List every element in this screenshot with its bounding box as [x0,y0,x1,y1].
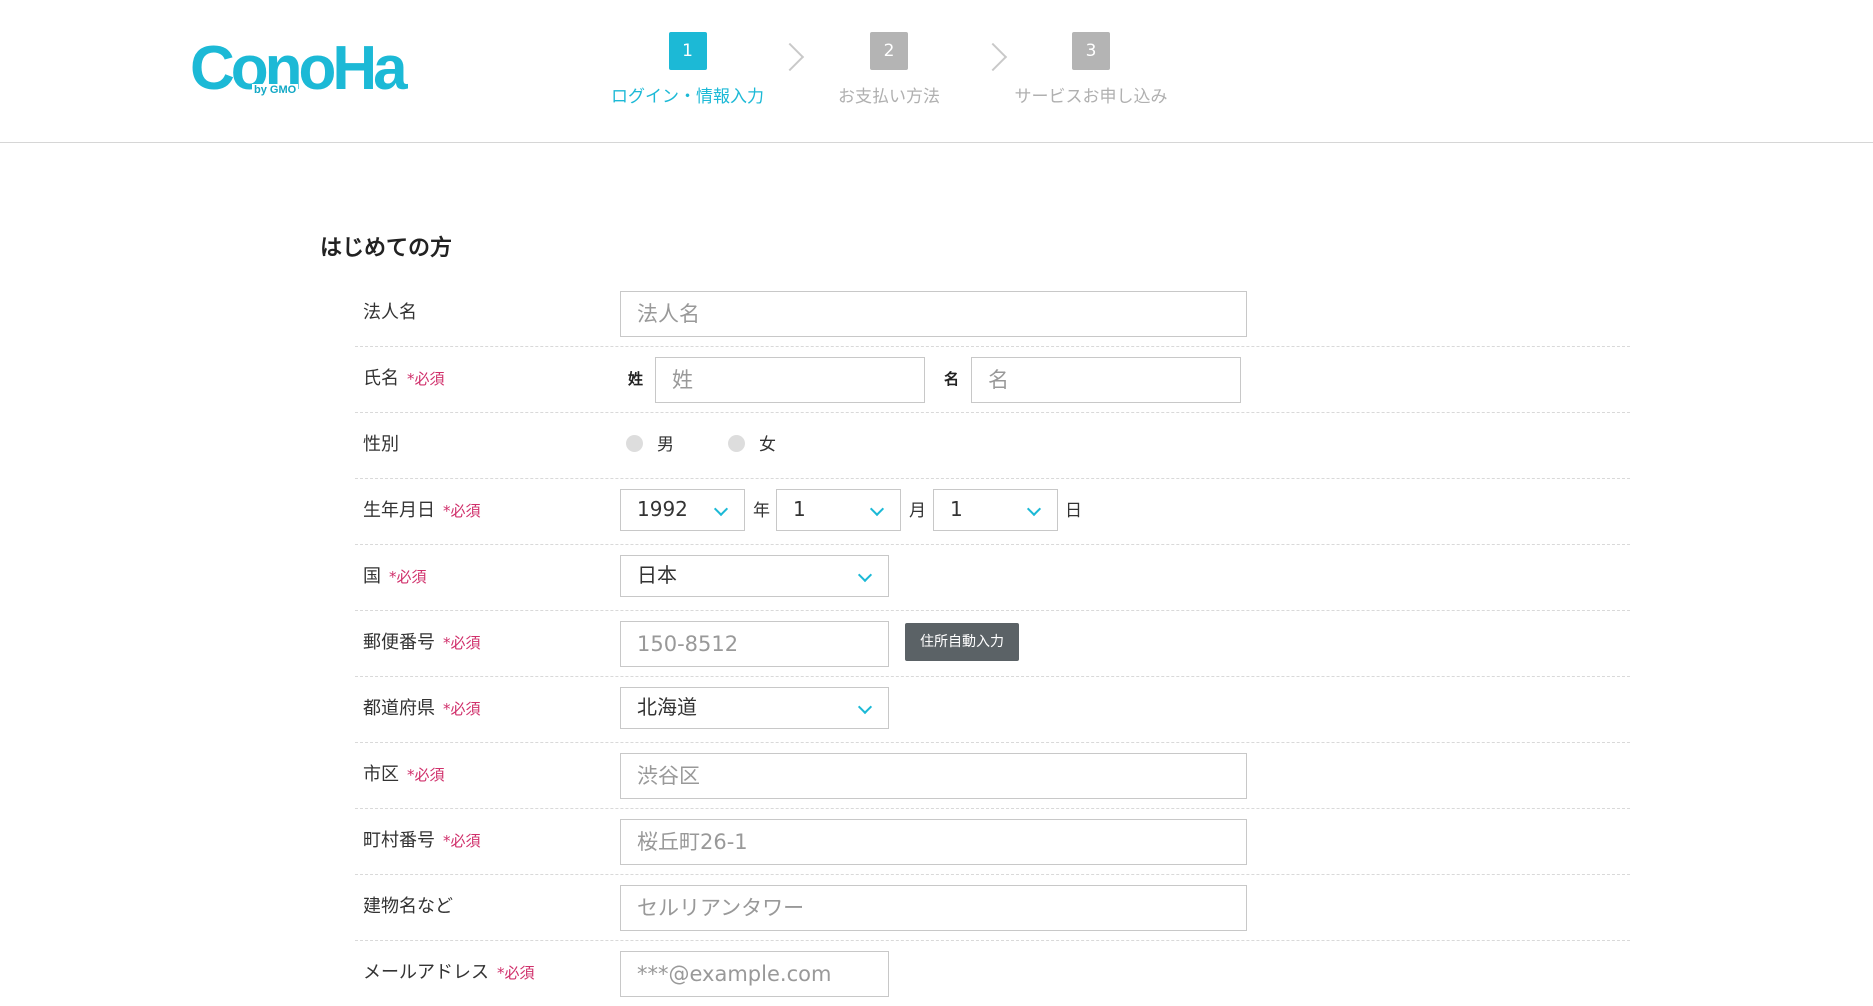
company-input[interactable]: 法人名 [620,291,1247,337]
street-label: 町村番号 *必須 [363,830,481,851]
row-email: メールアドレス *必須 ***@example.com [355,940,1630,1006]
birth-day-select[interactable]: 1 [933,489,1058,531]
required-mark: *必須 [407,370,445,388]
row-building: 建物名など セルリアンタワー [355,874,1630,941]
postal-code-input[interactable]: 150-8512 [620,621,889,667]
address-autofill-button[interactable]: 住所自動入力 [905,623,1019,661]
step-1: 1 ログイン・情報入力 [600,32,775,107]
gender-label: 性別 [363,434,399,455]
month-unit: 月 [909,501,926,521]
email-label: メールアドレス *必須 [363,962,535,983]
chevron-down-icon [857,567,873,583]
step-3-label: サービスお申し込み [1014,87,1168,107]
chevron-down-icon [869,501,885,517]
prefecture-select[interactable]: 北海道 [620,687,889,729]
building-label: 建物名など [363,896,453,917]
step-2: 2 お支払い方法 [808,32,970,107]
birth-year-select[interactable]: 1992 [620,489,745,531]
last-name-label: 姓 [628,370,644,388]
gender-radio-female[interactable]: 女 [728,412,776,478]
chevron-down-icon [1026,501,1042,517]
step-3: 3 サービスお申し込み [1010,32,1172,107]
step-3-number: 3 [1072,32,1110,70]
chevron-right-icon [978,42,1008,72]
postal-label: 郵便番号 *必須 [363,632,481,653]
row-postal: 郵便番号 *必須 150-8512 住所自動入力 [355,610,1630,677]
step-2-label: お支払い方法 [838,87,940,107]
chevron-down-icon [713,501,729,517]
birthday-label: 生年月日 *必須 [363,500,481,521]
required-mark: *必須 [443,634,481,652]
first-name-input[interactable]: 名 [971,357,1241,403]
country-label: 国 *必須 [363,566,427,587]
row-street: 町村番号 *必須 桜丘町26-1 [355,808,1630,875]
required-mark: *必須 [443,502,481,520]
row-country: 国 *必須 日本 [355,544,1630,611]
country-select[interactable]: 日本 [620,555,889,597]
row-gender: 性別 男 女 [355,412,1630,479]
conoha-logo[interactable]: ConoHa by GMO [190,38,408,100]
step-1-number: 1 [668,32,707,70]
step-1-label: ログイン・情報入力 [611,87,764,107]
required-mark: *必須 [389,568,427,586]
city-input[interactable]: 渋谷区 [620,753,1247,799]
row-company: 法人名 法人名 [355,280,1630,347]
day-unit: 日 [1065,501,1082,521]
required-mark: *必須 [443,700,481,718]
row-prefecture: 都道府県 *必須 北海道 [355,676,1630,743]
row-name: 氏名 *必須 姓 姓 名 名 [355,346,1630,413]
radio-icon [728,435,745,452]
logo-sub-text: by GMO [252,84,299,96]
radio-icon [626,435,643,452]
section-title: はじめての方 [320,236,453,261]
chevron-down-icon [857,699,873,715]
last-name-input[interactable]: 姓 [655,357,925,403]
company-label: 法人名 [363,302,417,323]
header: ConoHa by GMO 1 ログイン・情報入力 2 お支払い方法 3 サービ… [0,0,1873,143]
year-unit: 年 [753,501,770,521]
first-name-label: 名 [944,370,960,388]
row-birthday: 生年月日 *必須 1992 年 1 月 1 日 [355,478,1630,545]
building-input[interactable]: セルリアンタワー [620,885,1247,931]
chevron-right-icon [775,42,805,72]
name-label: 氏名 *必須 [363,368,445,389]
required-mark: *必須 [497,964,535,982]
prefecture-label: 都道府県 *必須 [363,698,481,719]
required-mark: *必須 [443,832,481,850]
birth-month-select[interactable]: 1 [776,489,901,531]
city-label: 市区 *必須 [363,764,445,785]
gender-radio-male[interactable]: 男 [626,412,674,478]
email-input[interactable]: ***@example.com [620,951,889,997]
row-city: 市区 *必須 渋谷区 [355,742,1630,809]
street-input[interactable]: 桜丘町26-1 [620,819,1247,865]
step-2-number: 2 [870,32,908,70]
required-mark: *必須 [407,766,445,784]
